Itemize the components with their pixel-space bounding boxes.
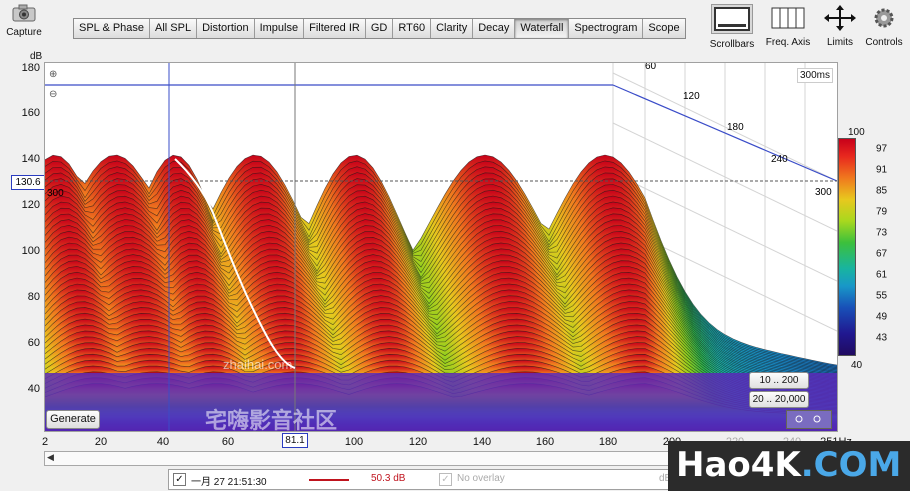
freq-axis-label: Freq. Axis	[765, 37, 811, 48]
view-tabs: SPL & Phase All SPL Distortion Impulse Filte…	[73, 18, 686, 39]
generate-button[interactable]: Generate	[46, 410, 100, 429]
brand-watermark: Hao4K.COM	[668, 441, 910, 491]
tab-filtered-ir[interactable]: Filtered IR	[304, 19, 366, 38]
x-axis-tick-label: 140	[472, 436, 492, 448]
left-time-label: 300	[47, 188, 64, 199]
controls-button[interactable]: Controls	[856, 4, 910, 48]
camera-icon	[12, 4, 36, 22]
time-span-label: 300ms	[797, 68, 833, 83]
x-axis-tick-label: 120	[408, 436, 428, 448]
color-scale-tick: 79	[876, 206, 888, 218]
color-scale-tick: 55	[876, 290, 888, 302]
color-scale-bar	[838, 138, 856, 356]
y-axis-tick-label: 120	[21, 199, 40, 211]
waterfall-plot[interactable]: ⊕ ⊖ 60 120 180 240 300 300 zhaihai.com 宅…	[44, 62, 838, 432]
capture-label: Capture	[6, 27, 42, 38]
y-axis-tick-label: 80	[27, 291, 40, 303]
x-axis-tick-label: 40	[156, 436, 170, 448]
measurement-level: 50.3 dB	[371, 473, 406, 484]
overlay-name: No overlay	[457, 473, 505, 484]
range-20-20000-button[interactable]: 20 .. 20,000	[749, 391, 809, 408]
color-scale-tick: 85	[876, 185, 888, 197]
color-scale-tick: 91	[876, 164, 888, 176]
brand-name: Hao4K	[676, 445, 801, 485]
scrollbars-icon	[711, 4, 753, 34]
magnifier-icon	[795, 415, 821, 423]
x-axis-tick-label: 20	[94, 436, 108, 448]
watermark-text: 宅嗨影音社区	[205, 408, 338, 432]
waterfall-floor	[45, 373, 837, 431]
tab-impulse[interactable]: Impulse	[254, 19, 305, 38]
y-axis-unit: dB	[30, 51, 43, 62]
color-scale-tick: 61	[876, 269, 888, 281]
depth-tick: 180	[727, 122, 744, 133]
tab-spl-phase[interactable]: SPL & Phase	[74, 19, 151, 38]
y-axis-tick-label: 60	[27, 337, 40, 349]
y-axis-tick-label: 180	[21, 62, 40, 74]
color-scale-min: 40	[851, 360, 863, 371]
x-axis-tick-label: 180	[598, 436, 618, 448]
depth-tick: 60	[645, 62, 657, 72]
tab-scope[interactable]: Scope	[643, 19, 685, 38]
scrollbars-button[interactable]: Scrollbars	[704, 4, 760, 50]
tab-all-spl[interactable]: All SPL	[150, 19, 198, 38]
limits-arrows-icon	[824, 5, 856, 31]
tab-decay[interactable]: Decay	[473, 19, 516, 38]
tab-clarity[interactable]: Clarity	[431, 19, 474, 38]
y-axis-tick-label: 100	[21, 245, 40, 257]
x-axis-tick-label: 60	[221, 436, 235, 448]
color-scale-max: 100	[848, 127, 865, 138]
measurement-line-swatch	[309, 479, 349, 481]
color-scale-tick: 43	[876, 332, 888, 344]
controls-label: Controls	[865, 37, 903, 48]
color-scale-tick: 73	[876, 227, 888, 239]
gear-icon	[874, 8, 894, 28]
measurement-checkbox[interactable]: ✓	[173, 473, 186, 486]
cursor-x-readout: 81.1	[282, 433, 308, 448]
color-scale-tick: 49	[876, 311, 888, 323]
brand-suffix: .COM	[800, 445, 902, 485]
freq-axis-icon	[771, 7, 805, 29]
depth-tick: 300	[815, 187, 832, 198]
x-axis-tick-label: 160	[535, 436, 555, 448]
x-axis-tick-label: 100	[344, 436, 364, 448]
x-axis-tick-label: 2	[41, 436, 49, 448]
freq-axis-button[interactable]: Freq. Axis	[760, 4, 816, 48]
tab-rt60[interactable]: RT60	[393, 19, 432, 38]
cursor-y-readout: 130.6	[11, 175, 45, 190]
range-10-200-button[interactable]: 10 .. 200	[749, 372, 809, 389]
depth-tick: 120	[683, 91, 700, 102]
depth-tick: 240	[771, 154, 788, 165]
tab-distortion[interactable]: Distortion	[197, 19, 255, 38]
capture-button[interactable]: Capture	[4, 4, 44, 48]
measurement-legend: ✓ 一月 27 21:51:30 50.3 dB ✓ No overlay dB	[168, 469, 680, 490]
tab-gd[interactable]: GD	[365, 19, 394, 38]
overlay-checkbox[interactable]: ✓	[439, 473, 452, 486]
color-scale-tick: 97	[876, 143, 888, 155]
y-axis-tick-label: 140	[21, 153, 40, 165]
y-axis-tick-label: 40	[27, 383, 40, 395]
color-scale-tick: 67	[876, 248, 888, 260]
waterfall-graph[interactable]	[45, 63, 837, 431]
scrollbars-label: Scrollbars	[709, 39, 755, 50]
zoom-icons[interactable]	[786, 410, 832, 429]
tab-spectrogram[interactable]: Spectrogram	[569, 19, 644, 38]
y-axis-tick-label: 160	[21, 107, 40, 119]
watermark-url: zhaihai.com	[223, 357, 293, 372]
measurement-name[interactable]: 一月 27 21:51:30	[191, 473, 267, 488]
zoom-in-icon[interactable]: ⊕	[49, 69, 65, 85]
tab-waterfall[interactable]: Waterfall	[515, 19, 570, 38]
scroll-left-icon[interactable]: ◀	[47, 452, 54, 463]
zoom-out-icon[interactable]: ⊖	[49, 89, 65, 105]
